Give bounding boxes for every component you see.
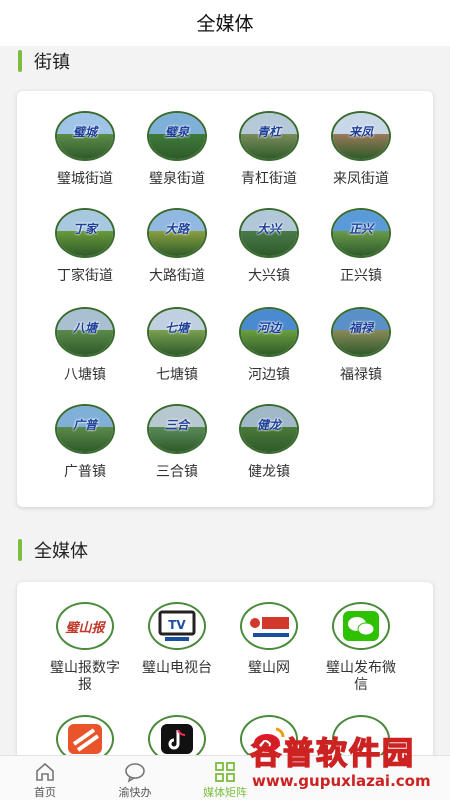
logo-text: 璧山报 — [65, 620, 105, 636]
tab-label: 首页 — [34, 787, 56, 799]
svg-text:TV: TV — [168, 618, 186, 632]
tab-label: 渝快办 — [118, 787, 152, 799]
town-item[interactable]: 健龙 健龙镇 — [223, 404, 315, 480]
town-calligraphy: 璧泉 — [164, 125, 189, 139]
town-photo: 八塘 — [55, 307, 115, 357]
page-title: 全媒体 — [196, 14, 254, 35]
town-calligraphy: 丁家 — [72, 222, 97, 236]
town-item[interactable]: 来凤 来凤街道 — [315, 111, 407, 187]
town-label: 八塘镇 — [64, 366, 106, 382]
town-item[interactable]: 七塘 七塘镇 — [131, 307, 223, 383]
top-bar: 全媒体 — [0, 0, 450, 46]
town-photo: 健龙 — [239, 404, 299, 454]
town-calligraphy: 广普 — [72, 418, 97, 432]
chat-icon — [125, 763, 145, 783]
media-label: 璧山电视台 — [142, 659, 212, 675]
town-calligraphy: 七塘 — [164, 321, 189, 335]
town-photo: 河边 — [239, 307, 299, 357]
media-item[interactable]: 璧山报 璧山报数字报 — [39, 602, 131, 693]
town-calligraphy: 璧城 — [72, 125, 97, 139]
town-label: 丁家街道 — [57, 267, 113, 283]
town-photo: 福禄 — [331, 307, 391, 357]
town-item[interactable]: 璧城 璧城街道 — [39, 111, 131, 187]
section-header-media: 全媒体 — [18, 538, 88, 562]
town-label: 健龙镇 — [248, 463, 290, 479]
town-label: 河边镇 — [248, 366, 290, 382]
town-calligraphy: 福禄 — [348, 321, 373, 335]
tab-yukuaiban[interactable]: 渝快办 — [90, 756, 180, 800]
town-calligraphy: 大路 — [164, 222, 189, 236]
section-title: 全媒体 — [34, 541, 88, 561]
town-photo: 璧泉 — [147, 111, 207, 161]
town-photo: 广普 — [55, 404, 115, 454]
town-item[interactable]: 青杠 青杠街道 — [223, 111, 315, 187]
town-label: 正兴镇 — [340, 267, 382, 283]
watermark: 谷普软件园 www.gupuxlazai.com — [249, 728, 450, 800]
grid-icon — [215, 762, 235, 782]
media-label: 璧山网 — [248, 659, 290, 675]
town-photo: 大路 — [147, 208, 207, 258]
town-item[interactable]: 璧泉 璧泉街道 — [131, 111, 223, 187]
town-item[interactable]: 八塘 八塘镇 — [39, 307, 131, 383]
town-photo: 三合 — [147, 404, 207, 454]
watermark-title: 谷普软件园 — [249, 735, 415, 773]
media-item[interactable]: TV 璧山电视台 — [131, 602, 223, 676]
media-item[interactable]: 璧山发布微信 — [315, 602, 407, 693]
town-item[interactable]: 丁家 丁家街道 — [39, 208, 131, 284]
town-item[interactable]: 广普 广普镇 — [39, 404, 131, 480]
town-label: 福禄镇 — [340, 366, 382, 382]
town-photo: 青杠 — [239, 111, 299, 161]
town-label: 青杠街道 — [241, 170, 297, 186]
newspaper-logo-icon: 璧山报 — [56, 602, 114, 650]
town-label: 广普镇 — [64, 463, 106, 479]
media-label: 璧山报数字报 — [50, 659, 120, 692]
wechat-icon — [332, 602, 390, 650]
town-item[interactable]: 河边 河边镇 — [223, 307, 315, 383]
town-photo: 来凤 — [331, 111, 391, 161]
town-calligraphy: 大兴 — [256, 222, 281, 236]
town-label: 璧城街道 — [57, 170, 113, 186]
section-title: 街镇 — [34, 52, 70, 72]
town-photo: 丁家 — [55, 208, 115, 258]
town-calligraphy: 三合 — [164, 418, 189, 432]
tv-icon: TV — [148, 602, 206, 650]
town-photo: 七塘 — [147, 307, 207, 357]
town-label: 璧泉街道 — [149, 170, 205, 186]
media-item[interactable]: 璧山网 — [223, 602, 315, 676]
section-header-towns: 街镇 — [18, 49, 70, 73]
town-label: 大路街道 — [149, 267, 205, 283]
town-item[interactable]: 三合 三合镇 — [131, 404, 223, 480]
town-photo: 大兴 — [239, 208, 299, 258]
town-calligraphy: 河边 — [256, 321, 281, 335]
media-label: 璧山发布微信 — [326, 659, 396, 692]
town-item[interactable]: 大兴 大兴镇 — [223, 208, 315, 284]
home-icon — [36, 762, 54, 781]
town-item[interactable]: 大路 大路街道 — [131, 208, 223, 284]
town-calligraphy: 来凤 — [348, 125, 373, 139]
town-calligraphy: 健龙 — [256, 418, 281, 432]
bishan-web-logo-icon — [240, 602, 298, 650]
town-label: 三合镇 — [156, 463, 198, 479]
town-calligraphy: 八塘 — [72, 321, 97, 335]
towns-card: 璧城 璧城街道 璧泉 璧泉街道 青杠 青杠街道 来凤 来凤街道 丁家 丁家街道 大路 大路街道 大兴 大兴… — [17, 91, 433, 507]
section-accent-bar — [18, 50, 22, 72]
watermark-url: www.gupuxlazai.com — [252, 772, 431, 790]
tab-home[interactable]: 首页 — [0, 756, 90, 800]
town-item[interactable]: 福禄 福禄镇 — [315, 307, 407, 383]
town-calligraphy: 正兴 — [348, 222, 373, 236]
town-label: 来凤街道 — [333, 170, 389, 186]
section-accent-bar — [18, 539, 22, 561]
town-photo: 璧城 — [55, 111, 115, 161]
town-photo: 正兴 — [331, 208, 391, 258]
town-calligraphy: 青杠 — [256, 125, 281, 139]
town-label: 七塘镇 — [156, 366, 198, 382]
town-label: 大兴镇 — [248, 267, 290, 283]
town-item[interactable]: 正兴 正兴镇 — [315, 208, 407, 284]
